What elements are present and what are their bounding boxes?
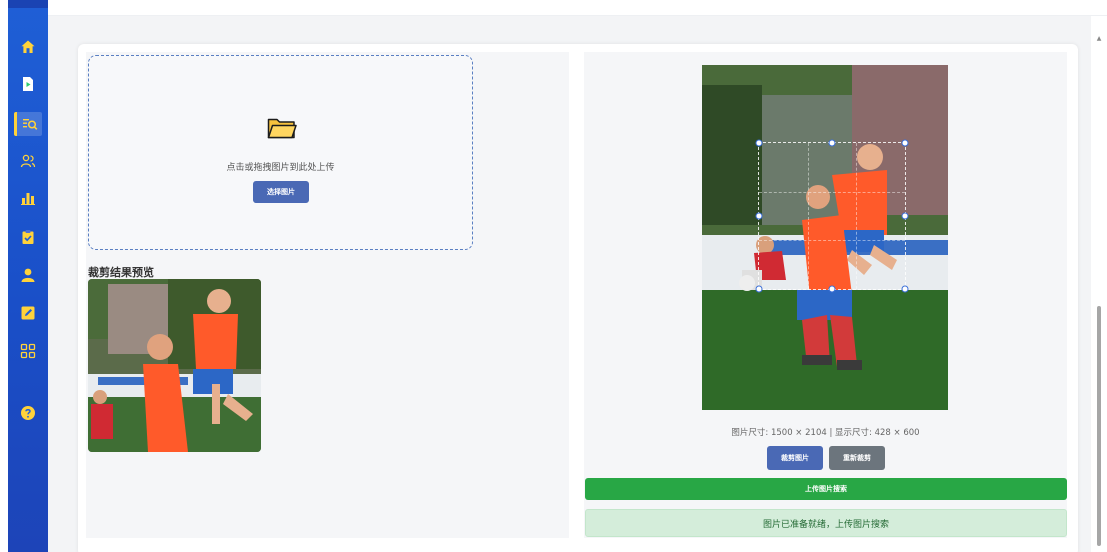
sidebar-item-video[interactable] [19,75,37,93]
sidebar-item-apps[interactable] [19,342,37,360]
grid-apps-icon [20,343,36,359]
sidebar-item-home[interactable] [19,38,37,56]
scroll-thumb[interactable] [1097,306,1101,546]
crop-card: 点击或拖拽图片到此处上传 选择图片 裁剪结果预览 图片尺寸: 1500 × 21… [78,44,1078,552]
sidebar-item-profile[interactable] [19,266,37,284]
crop-handle-top[interactable] [828,139,836,147]
main-content: 点击或拖拽图片到此处上传 选择图片 裁剪结果预览 图片尺寸: 1500 × 21… [48,16,1091,552]
bar-chart-icon [21,193,35,205]
crop-guide [759,240,905,242]
image-search-icon [22,119,37,130]
sidebar-item-stats[interactable] [19,189,37,207]
cropper-panel: 图片尺寸: 1500 × 2104 | 显示尺寸: 428 × 600 裁剪图片… [584,52,1067,538]
upload-hint: 点击或拖拽图片到此处上传 [226,163,335,173]
crop-guide [759,191,905,193]
sidebar-cap [8,0,48,8]
sidebar-item-edit[interactable] [19,304,37,322]
upload-search-button[interactable]: 上传图片搜索 [585,478,1067,500]
upload-panel: 点击或拖拽图片到此处上传 选择图片 裁剪结果预览 [86,52,569,538]
user-icon [21,268,35,282]
crop-handle-bottom-right[interactable] [901,285,909,293]
video-file-icon [23,77,33,91]
top-header [48,0,1107,16]
users-icon [20,154,36,168]
status-message: 图片已准备就绪，上传图片搜索 [585,509,1067,537]
sidebar-item-tasks[interactable] [19,228,37,246]
crop-handle-top-left[interactable] [755,139,763,147]
crop-handle-bottom[interactable] [828,285,836,293]
crop-handle-left[interactable] [755,212,763,220]
crop-guide [807,143,809,289]
image-size-info: 图片尺寸: 1500 × 2104 | 显示尺寸: 428 × 600 [731,428,920,438]
help-icon [21,406,35,420]
crop-guide [856,143,858,289]
crop-handle-bottom-left[interactable] [755,285,763,293]
crop-preview-image [88,279,261,452]
page-scrollbar[interactable]: ▲ [1091,16,1107,552]
upload-dropzone[interactable]: 点击或拖拽图片到此处上传 选择图片 [88,55,473,250]
select-image-button[interactable]: 选择图片 [253,181,309,203]
sidebar-item-help[interactable] [19,404,37,422]
recrop-button[interactable]: 重新裁剪 [829,446,885,470]
scroll-up-arrow-icon[interactable]: ▲ [1095,36,1103,42]
sidebar-item-image-search[interactable] [14,112,42,136]
home-icon [21,40,35,53]
edit-icon [21,306,35,320]
sidebar [8,0,48,552]
crop-preview-title: 裁剪结果预览 [88,266,154,279]
clipboard-check-icon [22,230,34,244]
sidebar-item-users[interactable] [19,152,37,170]
crop-image-button[interactable]: 裁剪图片 [767,446,823,470]
crop-selection-box[interactable] [755,139,909,293]
crop-handle-right[interactable] [901,212,909,220]
folder-icon [267,118,297,139]
source-image [702,65,948,410]
crop-handle-top-right[interactable] [901,139,909,147]
